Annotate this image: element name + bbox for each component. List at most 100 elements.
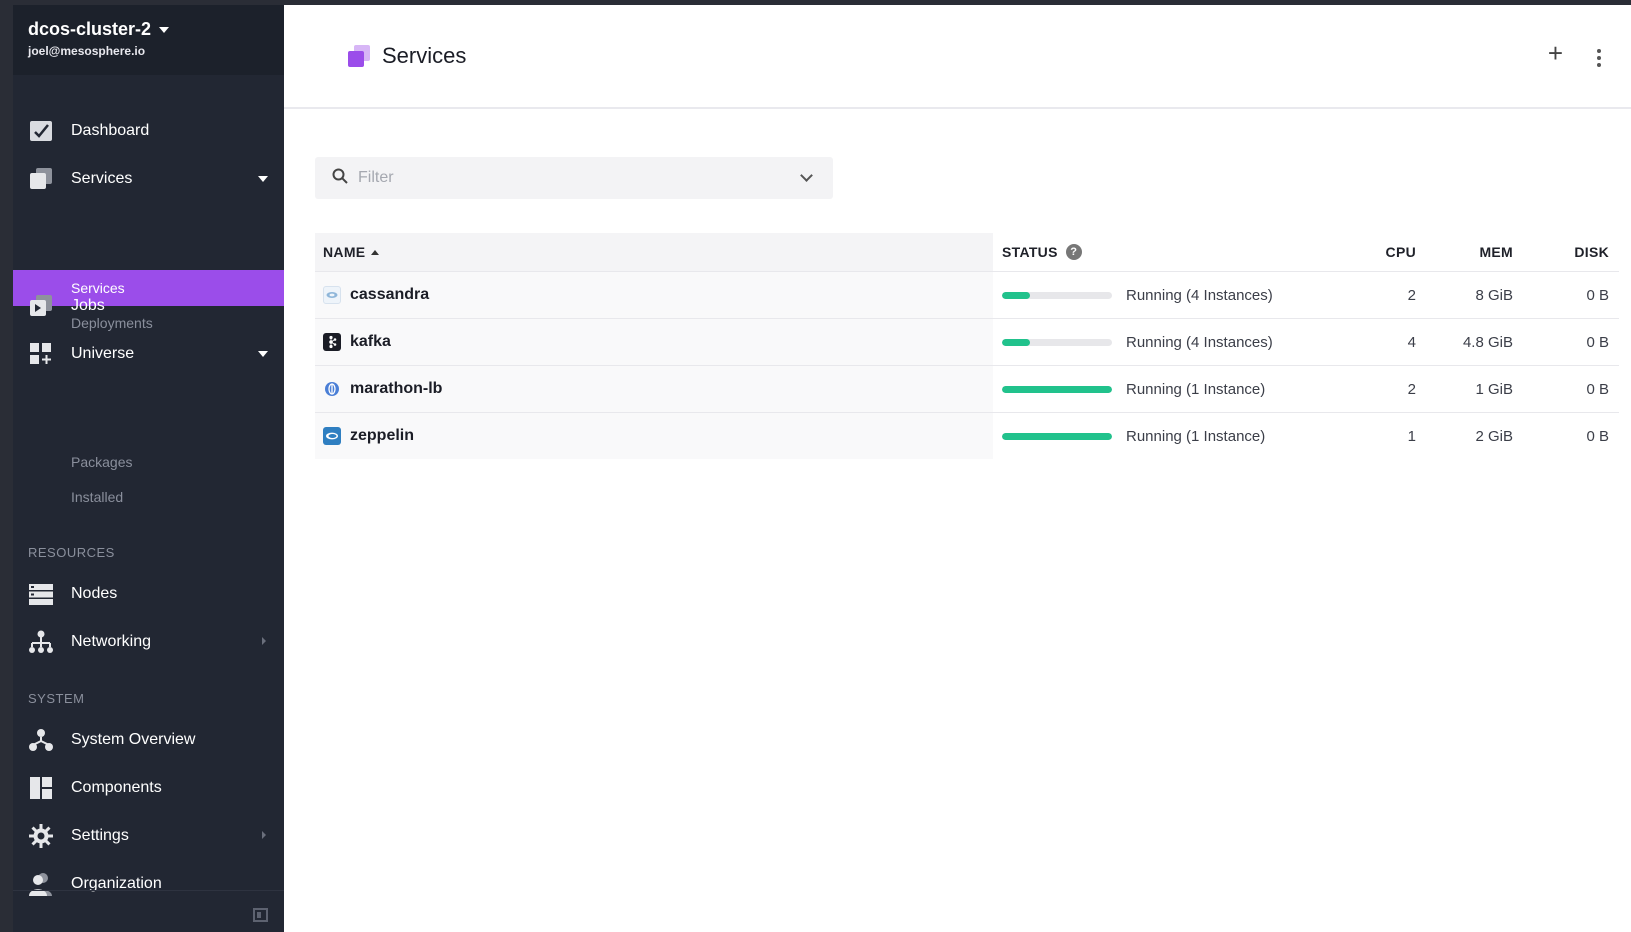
chevron-right-icon	[262, 637, 266, 645]
status-text: Running (1 Instance)	[1126, 380, 1266, 398]
sidebar-item-components[interactable]: Components	[13, 768, 284, 808]
sidebar-item-system-overview[interactable]: System Overview	[13, 720, 284, 760]
sidebar-item-services[interactable]: Services	[13, 159, 284, 199]
services-icon	[28, 167, 54, 191]
status-text: Running (4 Instances)	[1126, 333, 1273, 351]
caret-down-icon	[159, 26, 170, 33]
sidebar-item-label: Universe	[71, 345, 135, 362]
filter-bar	[315, 157, 833, 199]
more-options-icon[interactable]	[1597, 49, 1601, 67]
service-name-cell[interactable]: cassandra	[315, 272, 993, 318]
chevron-down-icon[interactable]	[800, 169, 813, 182]
status-text: Running (4 Instances)	[1126, 286, 1273, 304]
status-progress-bar	[1002, 291, 1112, 299]
cluster-header[interactable]: dcos-cluster-2 joel@mesosphere.io	[13, 5, 284, 75]
status-text: Running (1 Instance)	[1126, 427, 1266, 445]
disk-cell: 0 B	[1586, 380, 1609, 398]
status-progress-bar	[1002, 385, 1112, 393]
main-content: Services + NAME STATUS ? CPU MEM DISK	[284, 5, 1631, 932]
cpu-cell: 2	[1407, 286, 1416, 304]
column-header-name[interactable]: NAME	[315, 233, 993, 271]
cpu-cell: 1	[1407, 427, 1416, 445]
caret-down-icon[interactable]	[258, 351, 268, 357]
sidebar-subitem-packages[interactable]: Packages	[13, 444, 284, 480]
universe-icon	[28, 342, 54, 366]
service-name-cell[interactable]: marathon-lb	[315, 366, 993, 412]
status-cell: Running (4 Instances)	[1002, 272, 1273, 318]
service-name[interactable]: zeppelin	[350, 427, 414, 445]
mem-cell: 8 GiB	[1475, 286, 1513, 304]
sidebar-subitem-installed[interactable]: Installed	[13, 479, 284, 515]
sidebar-collapse-icon[interactable]	[253, 908, 268, 922]
column-header-status[interactable]: STATUS ?	[1002, 233, 1082, 271]
page-title-text: Services	[382, 43, 467, 68]
networking-icon	[28, 630, 54, 654]
cluster-name-text: dcos-cluster-2	[28, 19, 152, 39]
status-progress-bar	[1002, 432, 1112, 440]
column-header-label: STATUS	[1002, 244, 1058, 260]
table-row[interactable]: kafka Running (4 Instances) 4 4.8 GiB 0 …	[315, 318, 1619, 365]
column-header-cpu[interactable]: CPU	[1386, 233, 1416, 271]
caret-down-icon[interactable]	[258, 176, 268, 182]
sidebar-item-label: Dashboard	[71, 122, 150, 139]
sidebar-item-label: Services	[71, 170, 133, 187]
add-service-button[interactable]: +	[1548, 40, 1563, 66]
page-title: Services	[348, 43, 466, 69]
sidebar-item-label: Nodes	[71, 585, 118, 602]
components-icon	[28, 776, 54, 800]
column-header-mem[interactable]: MEM	[1479, 233, 1513, 271]
sort-ascending-icon	[371, 249, 380, 255]
mem-cell: 4.8 GiB	[1462, 333, 1513, 351]
sidebar-item-networking[interactable]: Networking	[13, 622, 284, 662]
service-name-cell[interactable]: zeppelin	[315, 413, 993, 459]
services-icon	[348, 45, 370, 67]
sidebar-item-label: System Overview	[71, 731, 196, 748]
disk-cell: 0 B	[1586, 427, 1609, 445]
status-cell: Running (1 Instance)	[1002, 366, 1265, 412]
help-icon[interactable]: ?	[1065, 244, 1082, 260]
section-label-resources: RESOURCES	[28, 545, 115, 560]
dashboard-icon	[28, 119, 54, 143]
status-progress-bar	[1002, 338, 1112, 346]
sidebar-item-universe[interactable]: Universe	[13, 334, 284, 374]
cluster-name[interactable]: dcos-cluster-2	[28, 19, 269, 40]
status-cell: Running (1 Instance)	[1002, 413, 1265, 459]
cpu-cell: 4	[1407, 333, 1416, 351]
system-overview-icon	[28, 728, 54, 752]
user-email: joel@mesosphere.io	[28, 44, 146, 58]
sidebar-item-nodes[interactable]: Nodes	[13, 574, 284, 614]
kafka-icon	[323, 333, 341, 351]
jobs-icon	[28, 294, 54, 318]
search-icon	[332, 168, 348, 189]
sidebar: dcos-cluster-2 joel@mesosphere.io Dashbo…	[13, 5, 284, 932]
status-cell: Running (4 Instances)	[1002, 319, 1273, 365]
sidebar-footer	[13, 890, 284, 932]
sidebar-item-label: Settings	[71, 827, 129, 844]
mem-cell: 1 GiB	[1475, 380, 1513, 398]
column-header-label: NAME	[323, 244, 366, 260]
table-row[interactable]: cassandra Running (4 Instances) 2 8 GiB …	[315, 271, 1619, 318]
service-name-cell[interactable]: kafka	[315, 319, 993, 365]
sidebar-item-dashboard[interactable]: Dashboard	[13, 111, 284, 151]
zeppelin-icon	[323, 427, 341, 445]
marathon-lb-icon	[323, 380, 341, 398]
cpu-cell: 2	[1407, 380, 1416, 398]
sidebar-item-jobs[interactable]: Jobs	[13, 286, 284, 326]
sidebar-item-label: Networking	[71, 633, 152, 650]
table-header: NAME STATUS ? CPU MEM DISK	[315, 233, 1619, 271]
sidebar-item-label: Jobs	[71, 297, 105, 314]
filter-input[interactable]	[358, 169, 778, 187]
service-name[interactable]: cassandra	[350, 286, 429, 304]
table-row[interactable]: zeppelin Running (1 Instance) 1 2 GiB 0 …	[315, 412, 1619, 459]
service-name[interactable]: kafka	[350, 333, 391, 351]
column-header-disk[interactable]: DISK	[1574, 233, 1609, 271]
nodes-icon	[28, 582, 54, 606]
service-name[interactable]: marathon-lb	[350, 380, 442, 398]
sidebar-item-settings[interactable]: Settings	[13, 816, 284, 856]
table-row[interactable]: marathon-lb Running (1 Instance) 2 1 GiB…	[315, 365, 1619, 412]
chevron-right-icon	[262, 831, 266, 839]
cassandra-icon	[323, 286, 341, 304]
mem-cell: 2 GiB	[1475, 427, 1513, 445]
section-label-system: SYSTEM	[28, 691, 85, 706]
gear-icon	[28, 824, 54, 848]
